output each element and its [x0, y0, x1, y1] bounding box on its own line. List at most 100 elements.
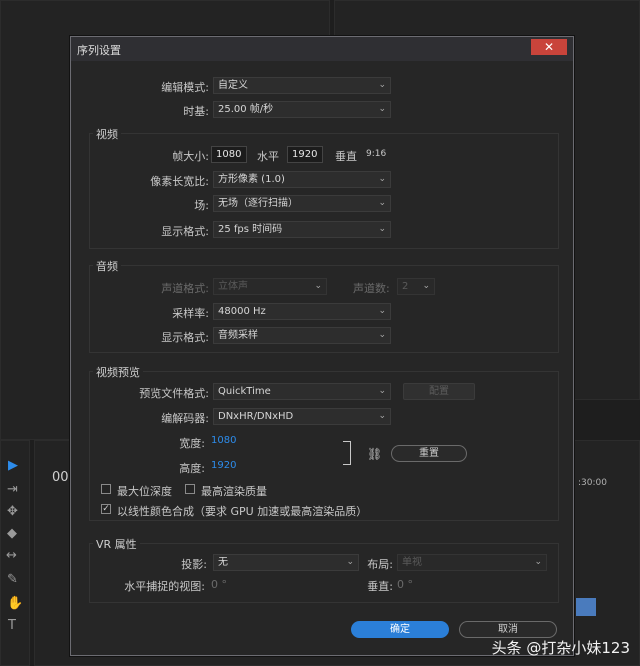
chevron-down-icon: ⌄	[378, 386, 386, 396]
vertical-label: 垂直	[335, 150, 357, 163]
checkmark-icon: ✓	[102, 504, 110, 514]
type-tool-icon[interactable]: T	[8, 618, 16, 633]
aspect-ratio-value: 9:16	[366, 149, 387, 159]
horizontal-label: 水平	[257, 150, 279, 163]
chevron-down-icon: ⌄	[378, 104, 386, 114]
preview-file-format-select[interactable]: QuickTime ⌄	[213, 383, 391, 400]
chevron-down-icon: ⌄	[422, 281, 430, 291]
projection-label: 投影:	[181, 558, 207, 571]
max-bit-depth-checkbox[interactable]	[101, 484, 111, 494]
edit-mode-label: 编辑模式:	[161, 81, 209, 94]
chevron-down-icon: ⌄	[378, 330, 386, 340]
chevron-down-icon: ⌄	[534, 557, 542, 567]
slip-tool-icon[interactable]: ↔	[6, 548, 17, 563]
edit-mode-value: 自定义	[218, 80, 248, 91]
layout-select[interactable]: 单视 ⌄	[397, 554, 547, 571]
selection-tool-icon[interactable]: ▶	[8, 458, 18, 473]
chevron-down-icon: ⌄	[378, 80, 386, 90]
v-fov-value[interactable]: 0 °	[397, 578, 413, 591]
frame-size-label: 帧大小:	[172, 150, 209, 163]
max-render-quality-label: 最高渲染质量	[201, 485, 267, 498]
chevron-down-icon: ⌄	[378, 306, 386, 316]
track-select-icon[interactable]: ⇥	[7, 482, 18, 497]
channel-format-select[interactable]: 立体声 ⌄	[213, 278, 327, 295]
audio-section-title: 音频	[93, 258, 121, 274]
linear-color-label: 以线性颜色合成（要求 GPU 加速或最高渲染品质）	[117, 505, 368, 518]
vr-section-title: VR 属性	[93, 536, 140, 552]
codec-value: DNxHR/DNxHD	[218, 411, 294, 422]
channel-format-value: 立体声	[218, 281, 248, 292]
video-section-title: 视频	[93, 126, 121, 142]
dialog-titlebar[interactable]: 序列设置 ✕	[71, 37, 573, 61]
field-select[interactable]: 无场（逐行扫描） ⌄	[213, 195, 391, 212]
channel-format-label: 声道格式:	[161, 282, 209, 295]
razor-tool-icon[interactable]: ◆	[7, 526, 17, 541]
close-button[interactable]: ✕	[531, 39, 567, 55]
reset-button[interactable]: 重置	[391, 445, 467, 462]
vr-group	[89, 543, 559, 603]
preview-file-format-label: 预览文件格式:	[139, 387, 209, 400]
layout-value: 单视	[402, 557, 422, 568]
chevron-down-icon: ⌄	[378, 198, 386, 208]
max-bit-depth-label: 最大位深度	[117, 485, 172, 498]
pixel-aspect-label: 像素长宽比:	[150, 175, 209, 188]
audio-display-format-value: 音频采样	[218, 330, 258, 341]
video-display-format-select[interactable]: 25 fps 时间码 ⌄	[213, 221, 391, 238]
chevron-down-icon: ⌄	[314, 281, 322, 291]
projection-select[interactable]: 无 ⌄	[213, 554, 359, 571]
sample-rate-label: 采样率:	[172, 307, 209, 320]
ok-button[interactable]: 确定	[351, 621, 449, 638]
chevron-down-icon: ⌄	[346, 557, 354, 567]
watermark-text: 头条 @打杂小妹123	[491, 639, 630, 657]
close-icon: ✕	[543, 40, 555, 54]
dialog-title: 序列设置	[77, 44, 121, 57]
edit-mode-select[interactable]: 自定义 ⌄	[213, 77, 391, 94]
sample-rate-value: 48000 Hz	[218, 306, 266, 317]
frame-width-input[interactable]: 1080	[211, 146, 247, 163]
chevron-down-icon: ⌄	[378, 224, 386, 234]
timebase-select[interactable]: 25.00 帧/秒 ⌄	[213, 101, 391, 118]
pixel-aspect-select[interactable]: 方形像素 (1.0) ⌄	[213, 171, 391, 188]
field-label: 场:	[194, 199, 209, 212]
video-display-format-value: 25 fps 时间码	[218, 224, 283, 235]
sequence-settings-dialog: 序列设置 ✕ 编辑模式: 自定义 ⌄ 时基: 25.00 帧/秒 ⌄ 视频 帧大小:…	[70, 36, 574, 656]
hand-tool-icon[interactable]: ✋	[7, 596, 23, 611]
channels-label: 声道数:	[353, 282, 390, 295]
projection-value: 无	[218, 557, 228, 568]
sample-rate-select[interactable]: 48000 Hz ⌄	[213, 303, 391, 320]
audio-display-format-select[interactable]: 音频采样 ⌄	[213, 327, 391, 344]
preview-width-value[interactable]: 1080	[211, 435, 236, 446]
ripple-edit-icon[interactable]: ✥	[7, 504, 18, 519]
v-fov-label: 垂直:	[367, 580, 393, 593]
timebase-value: 25.00 帧/秒	[218, 104, 274, 115]
pixel-aspect-value: 方形像素 (1.0)	[218, 174, 285, 185]
preview-height-label: 高度:	[179, 462, 205, 475]
audio-display-format-label: 显示格式:	[161, 331, 209, 344]
preview-height-value[interactable]: 1920	[211, 460, 236, 471]
link-icon[interactable]: ⛓	[367, 447, 382, 461]
timeline-time-ruler: :30:00	[578, 478, 607, 488]
timeline-clip[interactable]	[576, 598, 596, 616]
h-fov-label: 水平捕捉的视图:	[124, 580, 205, 593]
layout-label: 布局:	[367, 558, 393, 571]
preview-width-label: 宽度:	[179, 437, 205, 450]
frame-height-input[interactable]: 1920	[287, 146, 323, 163]
field-value: 无场（逐行扫描）	[218, 198, 298, 209]
timeline-timecode: 00	[52, 470, 69, 485]
cancel-button[interactable]: 取消	[459, 621, 557, 638]
configure-button[interactable]: 配置	[403, 383, 475, 400]
video-preview-section-title: 视频预览	[93, 364, 143, 380]
h-fov-value[interactable]: 0 °	[211, 578, 227, 591]
dimension-bracket	[343, 441, 351, 465]
linear-color-checkbox[interactable]: ✓	[101, 504, 111, 514]
codec-label: 编解码器:	[161, 412, 209, 425]
timebase-label: 时基:	[183, 105, 209, 118]
max-render-quality-checkbox[interactable]	[185, 484, 195, 494]
chevron-down-icon: ⌄	[378, 411, 386, 421]
pen-tool-icon[interactable]: ✎	[7, 572, 18, 587]
channels-select[interactable]: 2 ⌄	[397, 278, 435, 295]
codec-select[interactable]: DNxHR/DNxHD ⌄	[213, 408, 391, 425]
chevron-down-icon: ⌄	[378, 174, 386, 184]
channels-value: 2	[402, 281, 409, 292]
preview-file-format-value: QuickTime	[218, 386, 271, 397]
